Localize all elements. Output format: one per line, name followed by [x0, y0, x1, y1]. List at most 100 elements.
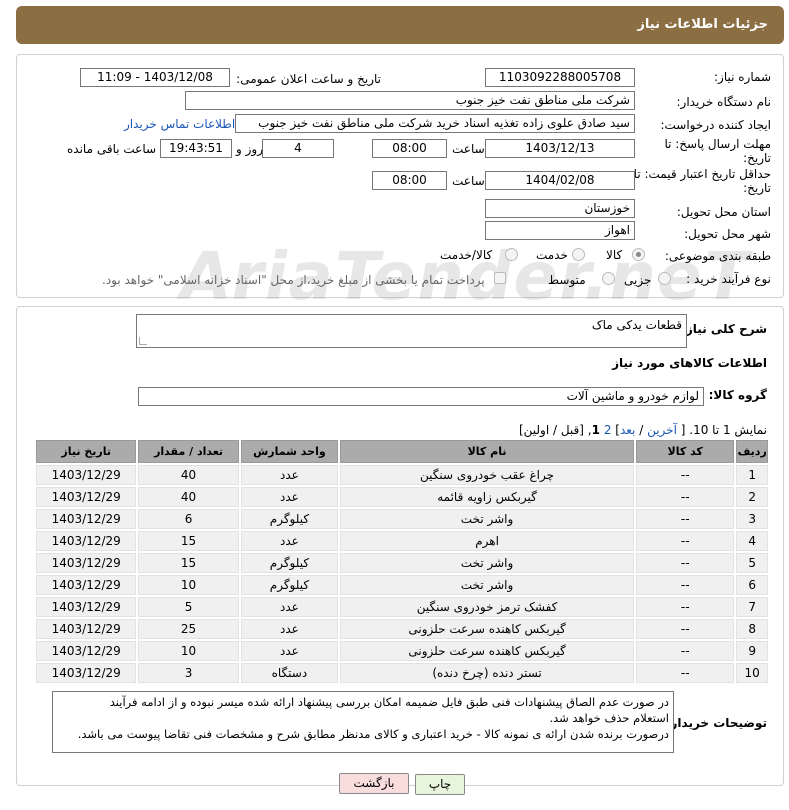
cell-name: گیربکس کاهنده سرعت حلزونی	[340, 619, 635, 639]
cell-date: 1403/12/29	[36, 553, 137, 573]
cell-qty: 3	[138, 663, 239, 683]
cell-name: چراغ عقب خودروی سنگین	[340, 465, 635, 485]
treasury-payment-checkbox[interactable]	[494, 272, 506, 284]
process-minor-label: جزیی	[624, 273, 652, 287]
table-row: 4 -- اهرم عدد 15 1403/12/29	[36, 531, 768, 551]
cell-name: اهرم	[340, 531, 635, 551]
cell-qty: 10	[138, 575, 239, 595]
page-header: جزئیات اطلاعات نیاز	[16, 6, 784, 44]
category-both-label: کالا/خدمت	[440, 248, 493, 262]
days-label: روز و	[236, 142, 263, 156]
buyer-org-field: شرکت ملی مناطق نفت خیز جنوب	[185, 91, 635, 110]
table-row: 10 -- تستر دنده (چرخ دنده) دستگاه 3 1403…	[36, 663, 768, 683]
page-title: جزئیات اطلاعات نیاز	[637, 17, 768, 32]
goods-info-title: اطلاعات کالاهای مورد نیاز	[612, 356, 767, 370]
buyer-org-label: نام دستگاه خریدار:	[676, 95, 772, 109]
announce-field: 1403/12/08 - 11:09	[80, 68, 230, 87]
cell-row: 8	[736, 619, 768, 639]
cell-date: 1403/12/29	[36, 597, 137, 617]
cell-row: 9	[736, 641, 768, 661]
back-button[interactable]: بازگشت	[339, 773, 409, 794]
buyer-notes-line-2: استعلام حذف خواهد شد.	[549, 711, 669, 725]
pager-suffix: [قبل / اولین]	[518, 423, 584, 437]
table-row: 1 -- چراغ عقب خودروی سنگین عدد 40 1403/1…	[36, 465, 768, 485]
goods-group-field: لوازم خودرو و ماشین آلات	[138, 387, 704, 406]
buyer-notes-label: توضیحات خریدار:	[665, 716, 767, 730]
col-name: نام کالا	[340, 440, 635, 463]
process-medium-label: متوسط	[548, 273, 586, 287]
buyer-notes-line-3: درصورت برنده شدن ارائه ی نمونه کالا - خر…	[77, 727, 669, 741]
cell-name: واشر تخت	[340, 553, 635, 573]
cell-code: --	[636, 553, 735, 573]
process-label: نوع فرآیند خرید :	[686, 272, 771, 286]
validity-label-2: تاریخ:	[743, 181, 771, 195]
col-qty: تعداد / مقدار	[138, 440, 239, 463]
table-row: 3 -- واشر تخت کیلوگرم 6 1403/12/29	[36, 509, 768, 529]
col-code: کد کالا	[636, 440, 735, 463]
buyer-notes-line-1: در صورت عدم الصاق پیشنهادات فنی طبق فایل…	[109, 695, 669, 709]
deadline-label: مهلت ارسال پاسخ: تا	[664, 137, 771, 151]
province-label: استان محل تحویل:	[676, 205, 771, 219]
col-unit: واحد شمارش	[240, 440, 339, 463]
city-label: شهر محل تحویل:	[684, 227, 771, 241]
pager-prefix: نمایش 1 تا 10. [	[680, 423, 767, 437]
cell-date: 1403/12/29	[36, 663, 137, 683]
cell-row: 5	[736, 553, 768, 573]
pager-sep: /	[635, 423, 648, 437]
remaining-time-field: 19:43:51	[160, 139, 232, 158]
cell-row: 7	[736, 597, 768, 617]
cell-date: 1403/12/29	[36, 509, 137, 529]
cell-code: --	[636, 663, 735, 683]
pager-page-2-link[interactable]: 2	[604, 423, 612, 437]
pager-next-link[interactable]: بعد	[620, 423, 635, 437]
need-number-label: شماره نیاز:	[714, 70, 771, 84]
print-button[interactable]: چاپ	[415, 774, 465, 795]
category-goods-radio[interactable]	[632, 248, 645, 261]
cell-unit: عدد	[240, 597, 339, 617]
buyer-contact-link[interactable]: اطلاعات تماس خریدار	[124, 117, 235, 131]
table-row: 5 -- واشر تخت کیلوگرم 15 1403/12/29	[36, 553, 768, 573]
category-both-radio[interactable]	[505, 248, 518, 261]
cell-name: واشر تخت	[340, 509, 635, 529]
deadline-date-field: 1403/12/13	[485, 139, 635, 158]
process-medium-radio[interactable]	[602, 272, 615, 285]
cell-unit: عدد	[240, 487, 339, 507]
creator-field: سید صادق علوی زاده تغذیه اسناد خرید شرکت…	[235, 114, 635, 133]
province-field: خوزستان	[485, 199, 635, 218]
process-minor-radio[interactable]	[658, 272, 671, 285]
resize-handle[interactable]	[139, 337, 147, 345]
cell-name: گیربکس زاویه قائمه	[340, 487, 635, 507]
cell-row: 10	[736, 663, 768, 683]
cell-qty: 15	[138, 553, 239, 573]
cell-code: --	[636, 487, 735, 507]
remaining-label: ساعت باقی مانده	[67, 142, 157, 156]
announce-label: تاریخ و ساعت اعلان عمومی:	[236, 72, 381, 86]
cell-unit: عدد	[240, 641, 339, 661]
category-service-radio[interactable]	[572, 248, 585, 261]
table-row: 9 -- گیربکس کاهنده سرعت حلزونی عدد 10 14…	[36, 641, 768, 661]
cell-unit: کیلوگرم	[240, 553, 339, 573]
col-date: تاریخ نیاز	[36, 440, 137, 463]
cell-code: --	[636, 597, 735, 617]
deadline-label-2: تاریخ:	[743, 151, 771, 165]
cell-unit: دستگاه	[240, 663, 339, 683]
cell-qty: 40	[138, 465, 239, 485]
cell-qty: 5	[138, 597, 239, 617]
cell-name: واشر تخت	[340, 575, 635, 595]
goods-group-label: گروه کالا:	[708, 388, 767, 402]
cell-unit: عدد	[240, 619, 339, 639]
cell-name: گیربکس کاهنده سرعت حلزونی	[340, 641, 635, 661]
validity-date-field: 1404/02/08	[485, 171, 635, 190]
cell-code: --	[636, 531, 735, 551]
cell-code: --	[636, 575, 735, 595]
pager-last-link[interactable]: آخرین	[647, 423, 677, 437]
deadline-time-field: 08:00	[372, 139, 447, 158]
cell-code: --	[636, 619, 735, 639]
cell-date: 1403/12/29	[36, 619, 137, 639]
table-row: 2 -- گیربکس زاویه قائمه عدد 40 1403/12/2…	[36, 487, 768, 507]
cell-row: 1	[736, 465, 768, 485]
cell-qty: 10	[138, 641, 239, 661]
cell-code: --	[636, 641, 735, 661]
cell-code: --	[636, 509, 735, 529]
city-field: اهواز	[485, 221, 635, 240]
